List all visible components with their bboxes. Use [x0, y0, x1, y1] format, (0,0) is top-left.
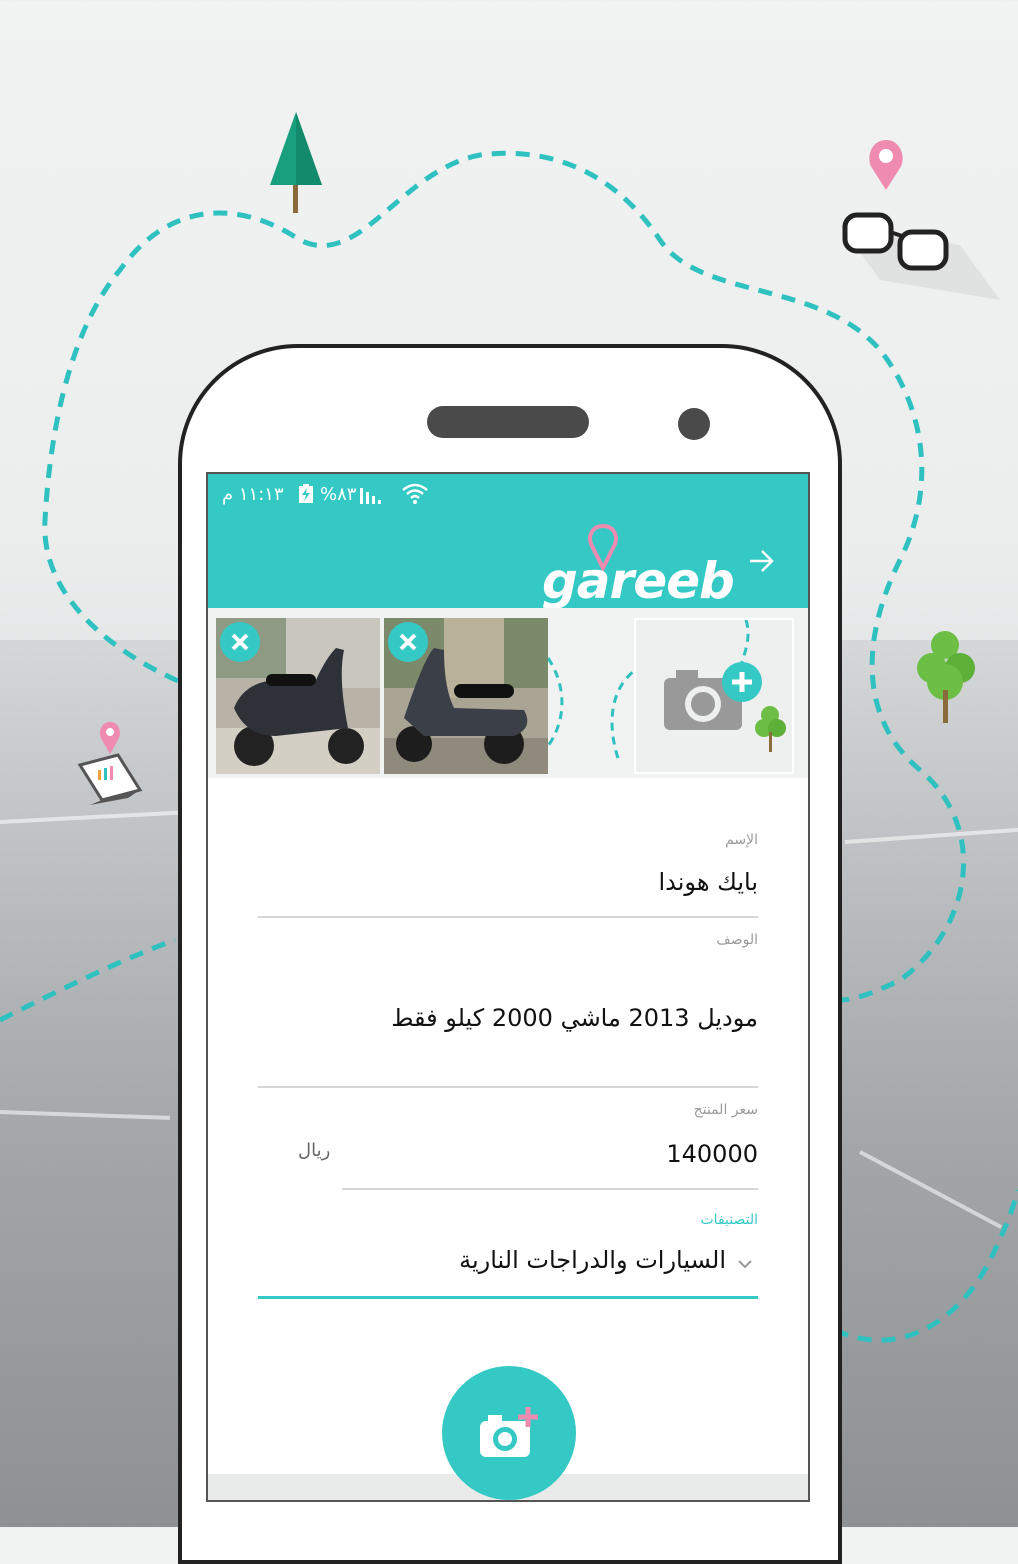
phone-speaker	[427, 406, 589, 438]
back-arrow-icon[interactable]	[746, 546, 776, 580]
category-select[interactable]: السيارات والدراجات النارية	[459, 1246, 726, 1274]
remove-photo-icon	[231, 633, 249, 651]
tree-icon	[270, 112, 322, 213]
signal-icon	[358, 484, 386, 511]
name-underline	[258, 916, 758, 918]
remove-photo-button[interactable]	[388, 622, 428, 662]
add-photo-icon	[664, 619, 786, 752]
phone-front-camera	[678, 408, 710, 440]
add-photo-fab[interactable]	[442, 1366, 576, 1500]
price-label: سعر المنتج	[693, 1102, 758, 1118]
add-photo-tile[interactable]	[634, 618, 794, 774]
chevron-down-icon[interactable]	[738, 1254, 752, 1273]
app-logo: gareeb	[542, 552, 735, 610]
map-pin-icon	[100, 722, 120, 754]
description-label: الوصف	[716, 932, 758, 948]
map-pin-icon	[869, 140, 903, 190]
price-input[interactable]: 140000	[666, 1140, 758, 1168]
category-underline	[258, 1296, 758, 1299]
photo-thumbnail[interactable]	[384, 618, 548, 774]
status-bar: ١١:١٣ م %٨٣	[208, 474, 808, 514]
name-label: الإسم	[725, 832, 758, 848]
currency-label: ريال	[298, 1140, 331, 1161]
name-input[interactable]: بايك هوندا	[658, 868, 758, 896]
tree-icon	[917, 631, 975, 723]
glasses-icon	[840, 212, 1000, 300]
camera-add-icon	[480, 1407, 538, 1457]
wifi-icon	[400, 480, 430, 513]
laptop-icon	[77, 753, 143, 805]
description-input[interactable]: موديل 2013 ماشي 2000 كيلو فقط	[391, 1004, 758, 1032]
remove-photo-icon	[399, 633, 417, 651]
battery-icon	[298, 484, 314, 509]
photo-thumbnail[interactable]	[216, 618, 380, 774]
battery-percent: %٨٣	[320, 484, 357, 505]
remove-photo-button[interactable]	[220, 622, 260, 662]
phone-screen: ١١:١٣ م %٨٣ gareeb الإسم بايك هوندا الوص…	[206, 472, 810, 1502]
category-label: التصنيفات	[700, 1212, 759, 1228]
app-bar: ١١:١٣ م %٨٣ gareeb	[208, 474, 808, 608]
price-underline	[342, 1188, 758, 1190]
photo-gallery	[208, 608, 808, 778]
description-underline	[258, 1086, 758, 1088]
status-time: ١١:١٣ م	[222, 484, 284, 505]
